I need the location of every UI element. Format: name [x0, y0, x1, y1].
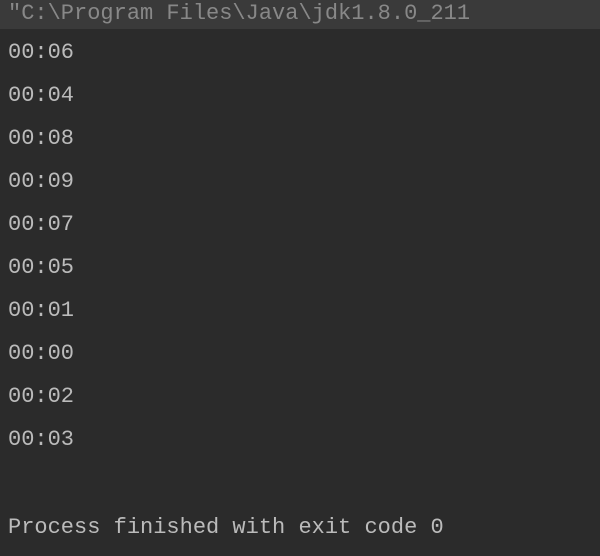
blank-line — [0, 463, 600, 506]
output-line: 00:04 — [8, 74, 592, 117]
output-line: 00:06 — [8, 31, 592, 74]
output-line: 00:02 — [8, 375, 592, 418]
command-invocation-line: "C:\Program Files\Java\jdk1.8.0_211 — [0, 0, 600, 29]
output-line: 00:01 — [8, 289, 592, 332]
console-output-panel: "C:\Program Files\Java\jdk1.8.0_211 00:0… — [0, 0, 600, 556]
output-line: 00:00 — [8, 332, 592, 375]
output-line: 00:07 — [8, 203, 592, 246]
output-line: 00:05 — [8, 246, 592, 289]
output-lines-block: 00:06 00:04 00:08 00:09 00:07 00:05 00:0… — [0, 29, 600, 463]
output-line: 00:03 — [8, 418, 592, 461]
output-line: 00:09 — [8, 160, 592, 203]
process-exit-status: Process finished with exit code 0 — [0, 506, 600, 549]
output-line: 00:08 — [8, 117, 592, 160]
